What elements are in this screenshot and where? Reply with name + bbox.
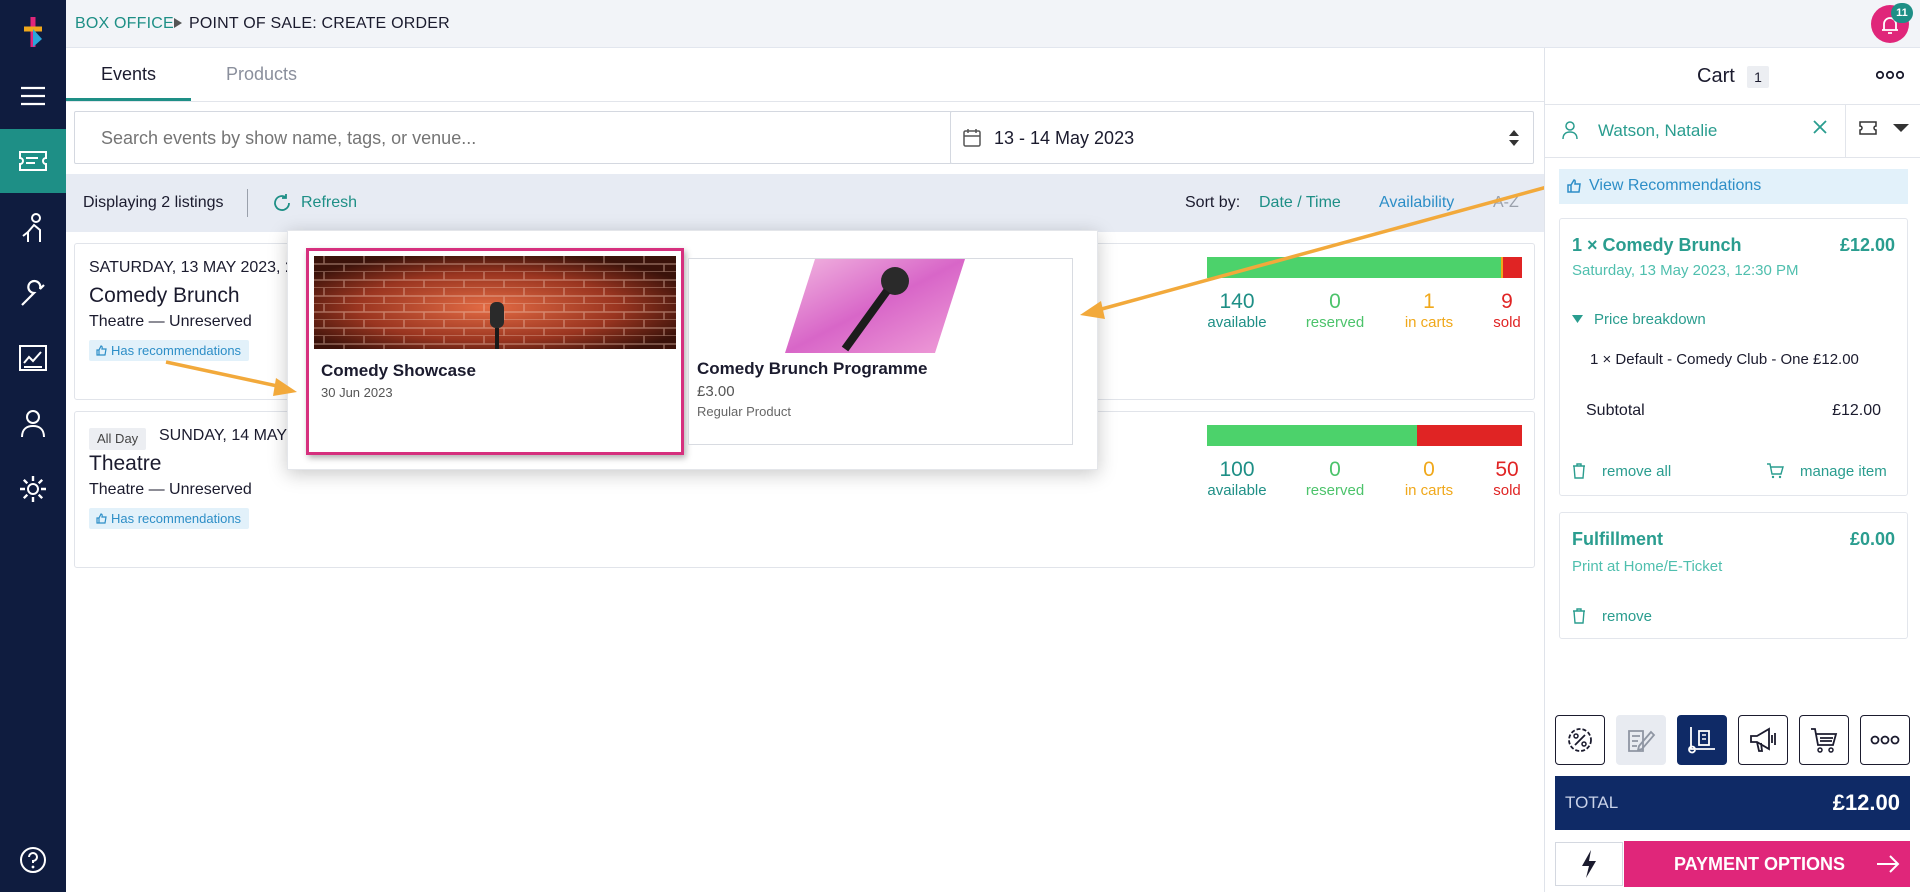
- cart-count-badge: 1: [1747, 66, 1769, 88]
- payment-options-label: PAYMENT OPTIONS: [1674, 854, 1846, 874]
- quick-pay-button[interactable]: [1555, 842, 1623, 886]
- discount-icon: [1568, 728, 1592, 752]
- view-recommendations-button[interactable]: View Recommendations: [1559, 169, 1908, 204]
- lightning-icon: [1582, 850, 1596, 878]
- price-breakdown-label: Price breakdown: [1594, 311, 1706, 328]
- cart-item: 1 × Comedy Brunch £12.00 Saturday, 13 Ma…: [1559, 218, 1908, 496]
- view-recommendations-label: View Recommendations: [1589, 177, 1762, 194]
- customer-name: Watson, Natalie: [1598, 121, 1718, 140]
- trash-icon: [1573, 463, 1585, 479]
- thumbs-up-icon: [1567, 179, 1581, 193]
- subtotal-value: £12.00: [1832, 402, 1881, 419]
- subtotal-label: Subtotal: [1586, 402, 1645, 419]
- payment-options-button[interactable]: PAYMENT OPTIONS: [1624, 841, 1910, 887]
- cart-item-price: £12.00: [1839, 235, 1895, 255]
- total-label: TOTAL: [1565, 793, 1619, 812]
- ticket-dropdown-icon: [1859, 121, 1909, 135]
- manage-item-label: manage item: [1800, 463, 1887, 480]
- remove-all-label: remove all: [1602, 463, 1672, 480]
- add-to-cart-button[interactable]: [1799, 715, 1849, 765]
- close-icon: [1813, 120, 1827, 134]
- customer-field[interactable]: Watson, Natalie: [1545, 105, 1845, 157]
- more-options-button[interactable]: [1860, 715, 1910, 765]
- cart-item-datetime: Saturday, 13 May 2023, 12:30 PM: [1572, 262, 1799, 279]
- discount-button[interactable]: [1555, 715, 1605, 765]
- price-breakdown-line: 1 × Default - Comedy Club - One £12.00: [1590, 351, 1859, 368]
- notes-icon: [1628, 730, 1656, 752]
- delivery-button[interactable]: [1677, 715, 1727, 765]
- megaphone-icon: [1750, 727, 1776, 752]
- trash-icon: [1573, 608, 1585, 624]
- fulfillment-title: Fulfillment: [1572, 529, 1663, 549]
- cart-item-title[interactable]: 1 × Comedy Brunch: [1572, 235, 1742, 256]
- fulfillment-method[interactable]: Print at Home/E-Ticket: [1572, 558, 1722, 575]
- customer-divider: [1845, 105, 1846, 157]
- total-bar: TOTAL £12.00: [1555, 776, 1910, 830]
- more-icon: [1870, 735, 1900, 745]
- fulfillment-price: £0.00: [1849, 529, 1895, 549]
- notes-button[interactable]: [1616, 715, 1666, 765]
- remove-label: remove: [1602, 608, 1653, 625]
- person-outline-icon: [1562, 121, 1578, 140]
- delivery-icon: [1688, 727, 1715, 754]
- more-icon: [1876, 70, 1904, 80]
- cart-title: Cart: [1697, 65, 1735, 87]
- cart-more-button[interactable]: [1876, 70, 1904, 80]
- total-value: £12.00: [1832, 790, 1900, 815]
- cart-icon: [1767, 463, 1784, 479]
- ticket-type-dropdown[interactable]: [1859, 120, 1909, 136]
- cart-divider: [1545, 157, 1920, 158]
- arrow-right-icon: [1877, 855, 1900, 873]
- clear-customer-button[interactable]: [1811, 118, 1829, 136]
- caret-down-icon: [1572, 315, 1583, 323]
- cart-icon: [1811, 728, 1838, 753]
- announce-button[interactable]: [1738, 715, 1788, 765]
- fulfillment-panel: Fulfillment £0.00 Print at Home/E-Ticket…: [1559, 512, 1908, 639]
